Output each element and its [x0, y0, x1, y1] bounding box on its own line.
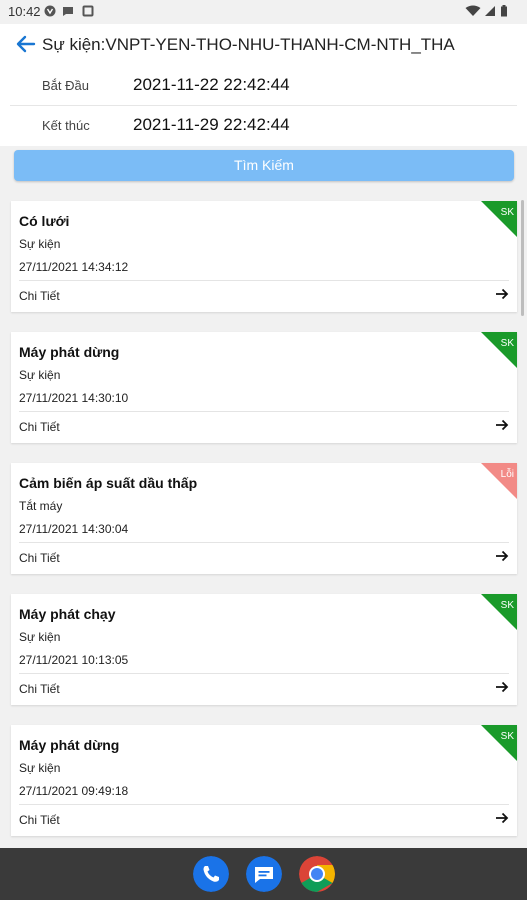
event-card[interactable]: Máy phát dừng Sự kiện 27/11/2021 09:49:1…	[11, 725, 517, 836]
end-date-value[interactable]: 2021-11-29 22:42:44	[133, 115, 290, 135]
badge-label: SK	[500, 731, 514, 742]
badge-label: SK	[500, 207, 514, 218]
wifi-icon	[465, 5, 481, 16]
event-card[interactable]: Máy phát chạy Sự kiện 27/11/2021 10:13:0…	[11, 594, 517, 705]
card-divider	[19, 673, 509, 674]
chrome-icon[interactable]	[299, 856, 335, 892]
status-badge: Lỗi	[481, 463, 517, 499]
event-time: 27/11/2021 14:34:12	[19, 260, 129, 274]
detail-link[interactable]: Chi Tiết	[19, 420, 60, 434]
arrow-right-icon[interactable]	[495, 287, 509, 301]
card-divider	[19, 411, 509, 412]
event-type: Sự kiện	[19, 630, 61, 644]
event-time: 27/11/2021 14:30:04	[19, 522, 129, 536]
scrollbar[interactable]	[521, 200, 524, 316]
card-divider	[19, 280, 509, 281]
app-notification-icon	[82, 5, 94, 17]
signal-icon	[485, 6, 495, 16]
badge-label: SK	[500, 600, 514, 611]
detail-link[interactable]: Chi Tiết	[19, 682, 60, 696]
event-type: Sự kiện	[19, 368, 61, 382]
messages-icon[interactable]	[246, 856, 282, 892]
event-card[interactable]: Có lưới Sự kiện 27/11/2021 14:34:12 Chi …	[11, 201, 517, 312]
event-title: Cảm biến áp suất dầu thấp	[19, 475, 198, 491]
event-time: 27/11/2021 10:13:05	[19, 653, 129, 667]
end-date-label: Kết thúc	[42, 118, 90, 133]
phone-icon[interactable]	[193, 856, 229, 892]
event-card[interactable]: Cảm biến áp suất dầu thấp Tắt máy 27/11/…	[11, 463, 517, 574]
event-card[interactable]: Máy phát dừng Sự kiện 27/11/2021 14:30:1…	[11, 332, 517, 443]
battery-icon	[501, 5, 507, 17]
notification-icon	[44, 5, 56, 17]
event-type: Sự kiện	[19, 237, 61, 251]
detail-link[interactable]: Chi Tiết	[19, 813, 60, 827]
event-type: Tắt máy	[19, 499, 63, 513]
event-type: Sự kiện	[19, 761, 61, 775]
start-date-label: Bắt Đầu	[42, 78, 89, 93]
end-date-row[interactable]: Kết thúc 2021-11-29 22:42:44	[0, 106, 527, 146]
badge-label: SK	[500, 338, 514, 349]
event-title: Có lưới	[19, 213, 70, 229]
arrow-right-icon[interactable]	[495, 549, 509, 563]
detail-link[interactable]: Chi Tiết	[19, 551, 60, 565]
page-title: Sự kiện:VNPT-YEN-THO-NHU-THANH-CM-NTH_TH…	[42, 35, 455, 54]
event-time: 27/11/2021 09:49:18	[19, 784, 129, 798]
status-bar: 10:42	[0, 0, 527, 24]
arrow-right-icon[interactable]	[495, 680, 509, 694]
app-bar: Sự kiện:VNPT-YEN-THO-NHU-THANH-CM-NTH_TH…	[0, 24, 527, 66]
start-date-row[interactable]: Bắt Đầu 2021-11-22 22:42:44	[0, 66, 527, 106]
status-badge: SK	[481, 725, 517, 761]
badge-label: Lỗi	[500, 469, 514, 480]
status-time: 10:42	[8, 4, 41, 19]
event-time: 27/11/2021 14:30:10	[19, 391, 129, 405]
search-button[interactable]: Tìm Kiếm	[14, 150, 514, 181]
detail-link[interactable]: Chi Tiết	[19, 289, 60, 303]
status-badge: SK	[481, 332, 517, 368]
event-title: Máy phát dừng	[19, 737, 120, 753]
event-title: Máy phát chạy	[19, 606, 116, 622]
card-divider	[19, 542, 509, 543]
event-title: Máy phát dừng	[19, 344, 120, 360]
arrow-right-icon[interactable]	[495, 418, 509, 432]
start-date-value[interactable]: 2021-11-22 22:42:44	[133, 75, 290, 95]
arrow-right-icon[interactable]	[495, 811, 509, 825]
card-divider	[19, 804, 509, 805]
status-badge: SK	[481, 594, 517, 630]
status-badge: SK	[481, 201, 517, 237]
back-arrow-icon[interactable]	[14, 32, 38, 56]
message-notification-icon	[63, 7, 73, 16]
